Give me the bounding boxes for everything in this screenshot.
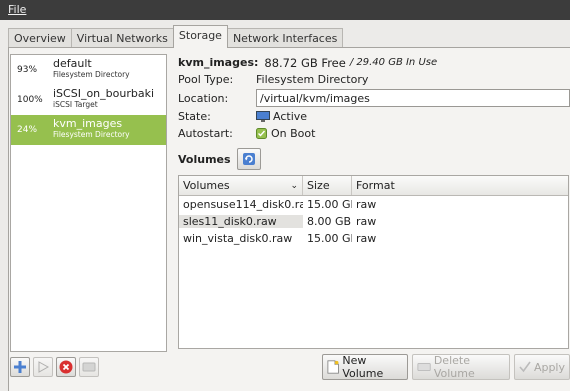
column-size[interactable]: Size [303,176,352,195]
tab-bar: Overview Virtual Networks Storage Networ… [8,25,344,48]
stop-pool-button[interactable] [56,357,76,377]
volume-format: raw [356,232,377,245]
menu-file[interactable]: File [8,3,26,16]
pool-list: 93% default Filesystem Directory 100% iS… [10,54,167,352]
checkmark-icon [519,361,531,373]
volume-size: 8.00 GB [307,215,352,228]
delete-volume-label: Delete Volume [433,354,475,380]
pool-details: kvm_images: 88.72 GB Free / 29.40 GB In … [178,54,570,142]
table-row[interactable]: win_vista_disk0.raw 15.00 GB raw [179,230,568,247]
pool-name: default [53,57,92,70]
location-row: Location: [178,88,570,108]
autostart-value: On Boot [271,127,316,140]
stop-icon [59,360,73,374]
pool-type: Filesystem Directory [53,70,130,79]
add-pool-button[interactable] [10,357,30,377]
tab-network-interfaces[interactable]: Network Interfaces [226,28,344,48]
volume-name: win_vista_disk0.raw [183,232,293,245]
location-input[interactable] [256,89,570,107]
pool-type: iSCSI Target [53,100,98,109]
delete-pool-button[interactable] [79,357,99,377]
tab-virtual-networks[interactable]: Virtual Networks [70,28,174,48]
volume-format: raw [356,215,377,228]
autostart-checkbox-icon[interactable] [256,128,267,139]
refresh-volumes-button[interactable] [236,148,261,170]
volume-format: raw [356,198,377,211]
pool-type-value: Filesystem Directory [256,73,369,86]
volume-name: sles11_disk0.raw [179,215,303,228]
column-format[interactable]: Format [352,176,568,195]
volume-size: 15.00 GB [307,198,352,211]
pool-actions [10,357,99,377]
plus-icon [14,361,26,373]
pool-usage-percent: 93% [17,65,38,75]
volumes-header: Volumes [178,148,261,170]
column-volumes-label: Volumes [183,179,230,192]
state-label: State: [178,110,211,123]
new-volume-button[interactable]: New Volume [322,354,408,380]
new-volume-label: New Volume [342,354,384,380]
autostart-label: Autostart: [178,127,233,140]
refresh-icon [242,153,255,165]
autostart-row: Autostart: On Boot [178,125,570,142]
chevron-down-icon: ⌄ [290,180,298,191]
delete-volume-button[interactable]: Delete Volume [411,354,510,380]
play-icon [38,361,49,373]
pool-type-row: Pool Type: Filesystem Directory [178,71,570,88]
active-monitor-icon [256,110,270,122]
pool-header: kvm_images: 88.72 GB Free / 29.40 GB In … [178,54,570,71]
volumes-table: Volumes ⌄ Size Format opensuse114_disk0.… [178,175,569,349]
state-value: Active [273,110,308,123]
location-label: Location: [178,91,229,105]
pool-name: iSCSI_on_bourbaki [53,87,155,100]
apply-label: Apply [533,360,565,374]
volume-size: 15.00 GB [307,232,352,245]
new-file-icon [327,360,339,374]
tab-overview[interactable]: Overview [8,28,72,48]
pool-type-label: Pool Type: [178,73,234,86]
volumes-title: Volumes [178,152,231,166]
pool-name: kvm_images [53,117,123,130]
pool-type: Filesystem Directory [53,130,130,139]
pool-item-kvm-images[interactable]: 24% kvm_images Filesystem Directory [11,115,166,145]
pool-free-space: 88.72 GB Free [264,55,346,70]
volume-actions: New Volume Delete Volume Apply [322,354,570,380]
disk-icon [82,362,96,372]
pool-item-default[interactable]: 93% default Filesystem Directory [11,55,166,85]
pool-used-space: / 29.40 GB In Use [349,57,438,68]
pool-item-iscsi[interactable]: 100% iSCSI_on_bourbaki iSCSI Target [11,85,166,115]
disk-icon [417,363,431,371]
volumes-table-header: Volumes ⌄ Size Format [179,176,568,196]
column-volumes[interactable]: Volumes ⌄ [179,176,303,195]
pool-title: kvm_images: [178,56,259,69]
menubar: File [0,0,570,20]
start-pool-button[interactable] [33,357,53,377]
apply-button[interactable]: Apply [513,354,570,380]
pool-usage-percent: 100% [17,95,43,105]
volume-name: opensuse114_disk0.raw [183,198,303,211]
tab-storage[interactable]: Storage [172,25,228,48]
state-row: State: Active [178,108,570,125]
table-row[interactable]: sles11_disk0.raw 8.00 GB raw [179,213,568,230]
table-row[interactable]: opensuse114_disk0.raw 15.00 GB raw [179,196,568,213]
pool-usage-percent: 24% [17,125,38,135]
